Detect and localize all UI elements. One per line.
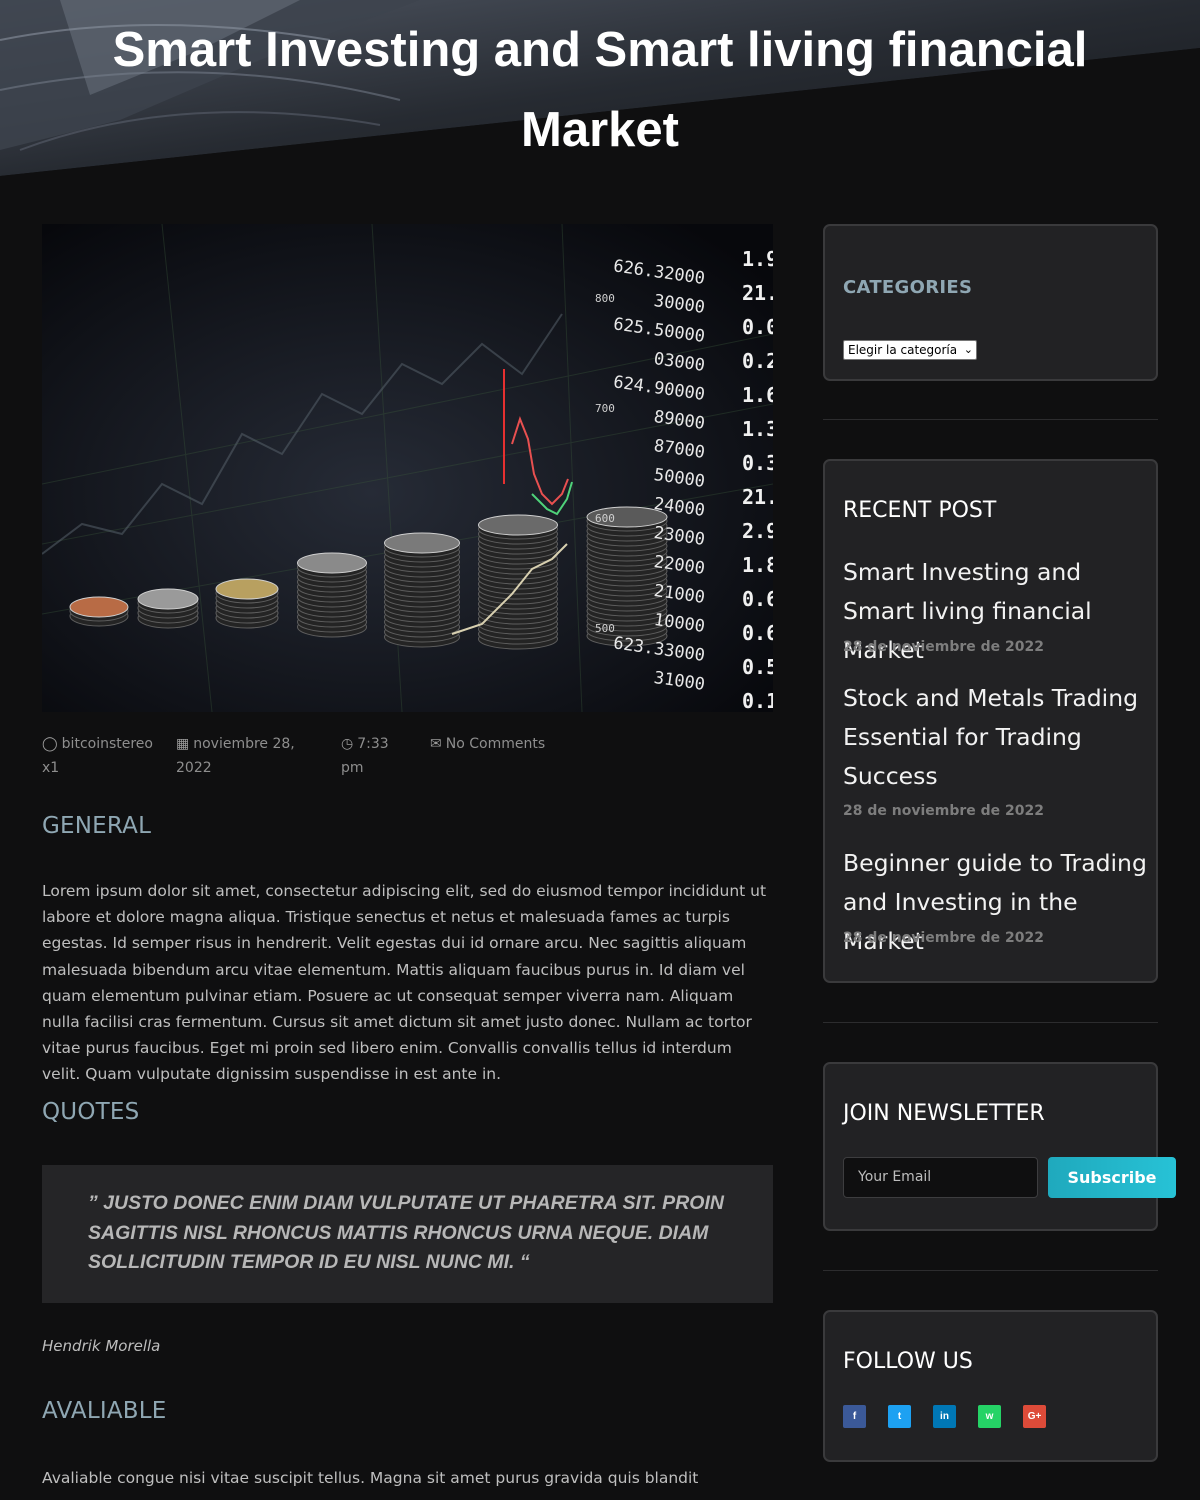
twitter-icon-glyph: t [897,1411,902,1422]
follow-us-title: FOLLOW US [843,1349,973,1374]
calendar-icon: ▦ [176,736,190,752]
svg-text:0.1: 0.1 [742,689,773,712]
post-time: ◷ 7:33 pm [341,732,401,780]
recent-post-title[interactable]: Stock and Metals Trading Essential for T… [843,679,1148,796]
available-text: Avaliable congue nisi vitae suscipit tel… [42,1469,699,1487]
svg-text:0.2: 0.2 [742,349,773,373]
user-icon: ◯ [42,736,58,752]
subscribe-button[interactable]: Subscribe [1048,1157,1176,1198]
categories-widget: CATEGORIES Elegir la categoría ⌄ [823,224,1158,381]
recent-post-item[interactable]: Smart Investing and Smart living financi… [843,553,1148,670]
clock-icon: ◷ [341,736,354,752]
svg-text:21.: 21. [742,281,773,305]
quote-author: Hendrik Morella [42,1337,161,1355]
svg-text:0.3: 0.3 [742,451,773,475]
svg-text:600: 600 [595,512,615,525]
featured-image-art: 626.3200030000625.5000003000624.90000890… [42,224,773,712]
author-text: bitcoinstereo x1 [42,736,153,776]
svg-text:21.: 21. [742,485,773,509]
svg-text:700: 700 [595,402,615,415]
recent-post-item[interactable]: Stock and Metals Trading Essential for T… [843,679,1148,819]
newsletter-widget: JOIN NEWSLETTER Your Email Subscribe [823,1062,1176,1231]
page-title: Smart Investing and Smart living financi… [112,23,1088,157]
recent-post-date: 28 de noviembre de 2022 [843,639,1044,655]
svg-text:800: 800 [595,292,615,305]
categories-title: CATEGORIES [843,277,973,298]
sidebar-divider [823,419,1158,420]
general-text: Lorem ipsum dolor sit amet, consectetur … [42,882,767,1084]
svg-text:1.6: 1.6 [742,383,773,407]
newsletter-title: JOIN NEWSLETTER [843,1101,1045,1126]
email-field[interactable]: Your Email [843,1157,1038,1198]
recent-post-date: 28 de noviembre de 2022 [843,930,1044,946]
date-text: noviembre 28, 2022 [176,736,295,776]
follow-us-widget: FOLLOW US f t in w G+ [823,1310,1158,1462]
post-date[interactable]: ▦ noviembre 28, 2022 [176,732,326,780]
facebook-icon-glyph: f [852,1411,857,1422]
chevron-down-icon: ⌄ [963,343,973,356]
post-author[interactable]: ◯ bitcoinstereo x1 [42,732,167,780]
category-select[interactable]: Elegir la categoría ⌄ [843,340,977,360]
svg-text:500: 500 [595,622,615,635]
available-heading: AVALIABLE [42,1398,167,1424]
page-header: Smart Investing and Smart living financi… [0,0,1200,178]
recent-post-date: 28 de noviembre de 2022 [843,803,1044,819]
twitter-icon[interactable]: t [888,1405,911,1428]
svg-text:2.9: 2.9 [742,519,773,543]
general-heading: GENERAL [42,813,152,839]
svg-text:0.6: 0.6 [742,587,773,611]
sidebar-divider [823,1022,1158,1023]
recent-post-item[interactable]: Beginner guide to Trading and Investing … [843,844,1148,961]
comments-text: No Comments [445,736,546,752]
sidebar-divider [823,1270,1158,1271]
facebook-icon[interactable]: f [843,1405,866,1428]
svg-text:1.3: 1.3 [742,417,773,441]
linkedin-icon-glyph: in [940,1411,949,1422]
recent-posts-widget: RECENT POST Smart Investing and Smart li… [823,459,1158,983]
svg-text:0.5: 0.5 [742,655,773,679]
recent-posts-title: RECENT POST [843,498,997,523]
post-comments[interactable]: ✉ No Comments [430,732,550,756]
featured-image: 626.32000 30000 625.50000 03000 624.90000 890… [42,224,773,712]
whatsapp-icon-glyph: w [985,1411,994,1422]
quotes-heading: QUOTES [42,1099,140,1125]
svg-text:1.8: 1.8 [742,553,773,577]
svg-text:0.0: 0.0 [742,315,773,339]
svg-text:1.9: 1.9 [742,247,773,271]
linkedin-icon[interactable]: in [933,1405,956,1428]
google-plus-icon[interactable]: G+ [1023,1405,1046,1428]
category-select-value: Elegir la categoría [848,343,958,357]
svg-text:0.6: 0.6 [742,621,773,645]
whatsapp-icon[interactable]: w [978,1405,1001,1428]
google-plus-icon-glyph: G+ [1027,1411,1042,1422]
comment-icon: ✉ [430,736,442,752]
blockquote: ” JUSTO DONEC ENIM DIAM VULPUTATE UT PHA… [42,1165,773,1303]
quote-text: ” JUSTO DONEC ENIM DIAM VULPUTATE UT PHA… [88,1192,724,1273]
